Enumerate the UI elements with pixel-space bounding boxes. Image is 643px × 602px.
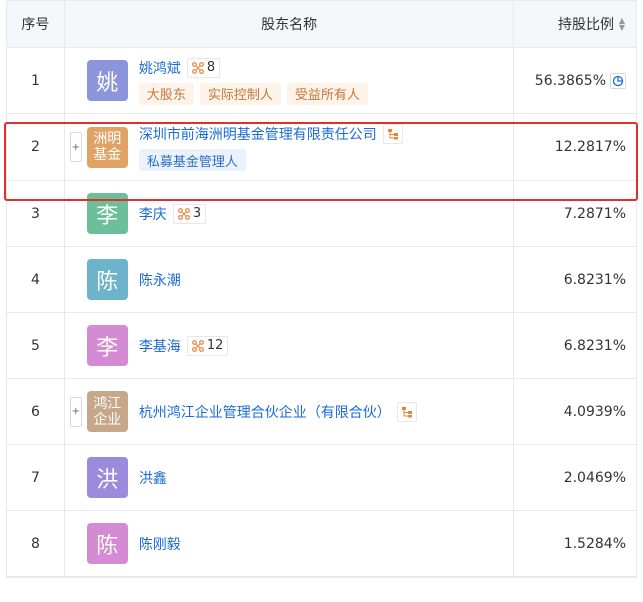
- shareholding-pct: 12.2817%: [554, 139, 626, 155]
- avatar[interactable]: 陈: [86, 259, 128, 300]
- relation-network-icon: [191, 61, 204, 74]
- shareholder-name-link[interactable]: 李基海: [139, 336, 181, 356]
- header-pct-label: 持股比例: [558, 17, 614, 33]
- row-index: 6: [7, 379, 65, 444]
- shareholder-name-link[interactable]: 洪鑫: [139, 468, 167, 488]
- tag-private-fund-manager: 私募基金管理人: [138, 149, 246, 171]
- expand-button[interactable]: +: [69, 132, 82, 162]
- shareholding-pct: 2.0469%: [563, 469, 626, 486]
- shareholder-name-link[interactable]: 李庆: [139, 204, 167, 224]
- relation-network-icon: [177, 207, 190, 220]
- related-companies-badge[interactable]: 3: [172, 203, 207, 224]
- equity-structure-icon[interactable]: [382, 124, 403, 144]
- shareholder-name-link[interactable]: 姚鸿斌: [139, 58, 181, 78]
- avatar[interactable]: 鸿江企业: [86, 391, 128, 432]
- table-row: 4 陈 陈永潮 6.8231%: [7, 247, 636, 313]
- shareholder-name-link[interactable]: 杭州鸿江企业管理合伙企业（有限合伙）: [139, 402, 391, 422]
- tag-actual-controller: 实际控制人: [199, 82, 281, 105]
- row-index: 7: [7, 445, 65, 510]
- shareholding-pct: 56.3865%: [534, 72, 606, 89]
- related-count: 8: [206, 60, 216, 75]
- shareholder-name-link[interactable]: 陈刚毅: [139, 534, 181, 554]
- shareholding-pct: 1.5284%: [563, 535, 626, 552]
- tag-major-shareholder: 大股东: [138, 82, 194, 105]
- avatar[interactable]: 陈: [86, 523, 128, 564]
- row-index: 4: [7, 247, 65, 312]
- avatar[interactable]: 李: [86, 193, 128, 234]
- relation-network-icon: [191, 339, 204, 352]
- avatar[interactable]: 洪: [86, 457, 128, 498]
- table-row: 7 洪 洪鑫 2.0469%: [7, 445, 636, 511]
- shareholder-table: 序号 股东名称 持股比例 ▲ ▼ 1 姚 姚鸿斌 8 大股东 实际控制人 受益所…: [6, 0, 637, 578]
- pie-chart-icon[interactable]: [610, 72, 626, 89]
- row-index: 3: [7, 181, 65, 246]
- shareholder-name-link[interactable]: 深圳市前海洲明基金管理有限责任公司: [139, 124, 377, 144]
- table-header: 序号 股东名称 持股比例 ▲ ▼: [7, 0, 636, 48]
- avatar[interactable]: 李: [86, 325, 128, 366]
- row-index: 8: [7, 511, 65, 576]
- avatar[interactable]: 洲明基金: [86, 126, 128, 168]
- avatar[interactable]: 姚: [86, 60, 128, 101]
- header-pct[interactable]: 持股比例 ▲ ▼: [514, 1, 636, 47]
- related-companies-badge[interactable]: 12: [186, 335, 229, 356]
- shareholding-pct: 4.0939%: [563, 403, 626, 420]
- shareholding-pct: 7.2871%: [563, 205, 626, 222]
- shareholding-pct: 6.8231%: [563, 337, 626, 354]
- related-count: 12: [206, 338, 224, 353]
- header-name: 股东名称: [65, 1, 515, 47]
- related-count: 3: [192, 206, 202, 221]
- sort-icon[interactable]: ▲ ▼: [618, 17, 626, 32]
- row-index: 2: [7, 114, 65, 180]
- table-row: 2 + 洲明基金 深圳市前海洲明基金管理有限责任公司 私募基金管理人 12.28…: [7, 114, 636, 181]
- table-row: 3 李 李庆 3 7.2871%: [7, 181, 636, 247]
- tag-beneficial-owner: 受益所有人: [286, 82, 368, 105]
- row-index: 1: [7, 48, 65, 113]
- row-index: 5: [7, 313, 65, 378]
- table-row: 1 姚 姚鸿斌 8 大股东 实际控制人 受益所有人 56.3865%: [7, 48, 636, 114]
- shareholder-name-link[interactable]: 陈永潮: [139, 270, 181, 290]
- table-row: 5 李 李基海 12 6.8231%: [7, 313, 636, 379]
- equity-structure-icon[interactable]: [396, 401, 417, 422]
- table-row: 6 + 鸿江企业 杭州鸿江企业管理合伙企业（有限合伙） 4.0939%: [7, 379, 636, 445]
- header-index: 序号: [7, 1, 65, 47]
- table-row: 8 陈 陈刚毅 1.5284%: [7, 511, 636, 577]
- related-companies-badge[interactable]: 8: [186, 57, 221, 78]
- expand-button[interactable]: +: [69, 396, 82, 427]
- shareholding-pct: 6.8231%: [563, 271, 626, 288]
